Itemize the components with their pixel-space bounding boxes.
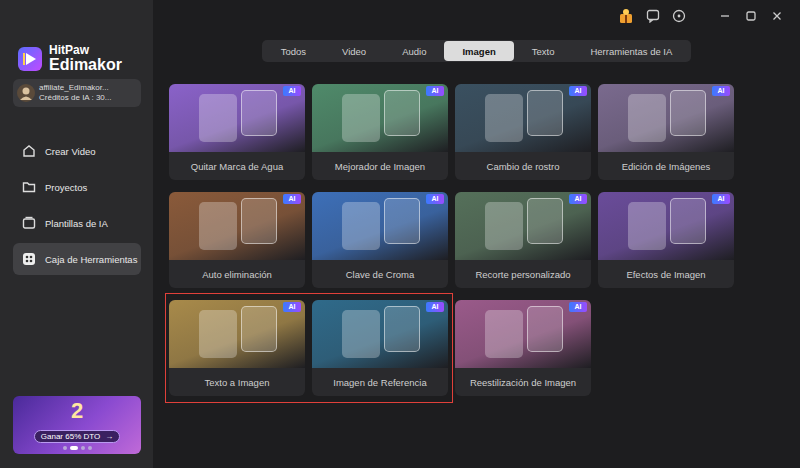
category-tab[interactable]: Herramientas de IA (572, 41, 690, 61)
app-window: HitPawEdimakor affiliate_Edimakor...Crédi… (0, 0, 800, 468)
tool-thumbnail: AI (455, 300, 591, 368)
ai-badge: AI (283, 302, 301, 312)
sidebar-item-label: Crear Video (45, 146, 96, 157)
tool-thumbnail: AI (598, 192, 734, 260)
ai-badge: AI (569, 302, 587, 312)
tool-card[interactable]: AI Quitar Marca de Agua (169, 84, 305, 180)
tool-thumbnail: AI (169, 84, 305, 152)
close-icon[interactable] (770, 9, 784, 23)
sidebar-nav: Crear Video Proyectos Plantillas de IA Caja… (13, 135, 141, 275)
tool-card-label: Recorte personalizado (455, 260, 591, 288)
template-icon (22, 216, 36, 230)
tool-thumbnail: AI (312, 192, 448, 260)
tool-thumbnail: AI (169, 192, 305, 260)
ai-badge: AI (569, 194, 587, 204)
sidebar-item[interactable]: Plantillas de IA (13, 207, 141, 239)
category-tabs: TodosVideoAudioImagenTextoHerramientas d… (262, 40, 692, 62)
category-tab[interactable]: Texto (514, 41, 573, 61)
promo-dot[interactable] (63, 446, 67, 450)
promo-dot[interactable] (88, 446, 92, 450)
ai-badge: AI (712, 86, 730, 96)
tool-card[interactable]: AI Clave de Croma (312, 192, 448, 288)
category-tab[interactable]: Todos (263, 41, 324, 61)
ai-badge: AI (283, 86, 301, 96)
tool-card[interactable]: AI Texto a Imagen (169, 300, 305, 396)
highlight-box (165, 293, 453, 403)
tool-thumbnail: AI (455, 192, 591, 260)
brand-product: Edimakor (49, 57, 122, 74)
tool-card[interactable]: AI Cambio de rostro (455, 84, 591, 180)
tool-card-label: Efectos de Imagen (598, 260, 734, 288)
promo-banner[interactable]: 2 Ganar 65% DTO → (13, 396, 141, 454)
tool-card-label: Mejorador de Imagen (312, 152, 448, 180)
minimize-icon[interactable] (718, 9, 732, 23)
tool-thumbnail: AI (455, 84, 591, 152)
promo-arrow: → (105, 432, 113, 441)
promo-button-label: Ganar 65% DTO (41, 432, 100, 441)
tool-card[interactable]: AI Recorte personalizado (455, 192, 591, 288)
promo-badge: 2 (71, 398, 83, 424)
category-tab[interactable]: Audio (384, 41, 444, 61)
promo-button[interactable]: Ganar 65% DTO → (34, 430, 120, 443)
tool-card-label: Clave de Croma (312, 260, 448, 288)
tool-thumbnail: AI (169, 300, 305, 368)
tool-thumbnail: AI (312, 84, 448, 152)
tool-grid: AI Quitar Marca de Agua AI Mejorador de Ima… (169, 84, 784, 396)
tool-card-label: Quitar Marca de Agua (169, 152, 305, 180)
main-panel: TodosVideoAudioImagenTextoHerramientas d… (153, 0, 800, 468)
maximize-icon[interactable] (744, 9, 758, 23)
help-icon[interactable] (672, 9, 686, 23)
tool-card[interactable]: AI Auto eliminación (169, 192, 305, 288)
tool-card[interactable]: AI Mejorador de Imagen (312, 84, 448, 180)
sidebar-item[interactable]: Crear Video (13, 135, 141, 167)
title-bar (169, 0, 784, 32)
tool-card-label: Auto eliminación (169, 260, 305, 288)
sidebar-item[interactable]: Caja de Herramientas (13, 243, 141, 275)
toolbox-icon (22, 252, 36, 266)
sidebar-item-label: Proyectos (45, 182, 87, 193)
brand-name: HitPaw (49, 44, 122, 57)
ai-badge: AI (426, 86, 444, 96)
avatar-icon (17, 84, 35, 102)
gift-icon[interactable] (618, 8, 634, 24)
folder-icon (22, 180, 36, 194)
chat-icon[interactable] (646, 9, 660, 23)
ai-badge: AI (712, 194, 730, 204)
tool-card[interactable]: AI Imagen de Referencia (312, 300, 448, 396)
tool-card-label: Texto a Imagen (169, 368, 305, 396)
user-box[interactable]: affiliate_Edimakor...Créditos de IA : 30… (13, 79, 141, 107)
tool-card[interactable]: AI Efectos de Imagen (598, 192, 734, 288)
user-credits: Créditos de IA : 30... (39, 93, 111, 103)
logo-icon (17, 46, 43, 72)
category-tab[interactable]: Imagen (444, 41, 513, 61)
promo-dot[interactable] (81, 446, 85, 450)
promo-dot[interactable] (70, 446, 78, 450)
ai-badge: AI (426, 194, 444, 204)
user-name: affiliate_Edimakor... (39, 83, 111, 93)
tool-card-label: Reestilización de Imagen (455, 368, 591, 396)
tool-thumbnail: AI (312, 300, 448, 368)
sidebar-item-label: Plantillas de IA (45, 218, 108, 229)
sidebar: HitPawEdimakor affiliate_Edimakor...Crédi… (0, 0, 153, 468)
sidebar-item[interactable]: Proyectos (13, 171, 141, 203)
tool-card-label: Cambio de rostro (455, 152, 591, 180)
category-tab[interactable]: Video (324, 41, 384, 61)
promo-dots (63, 446, 92, 450)
home-icon (22, 144, 36, 158)
tool-thumbnail: AI (598, 84, 734, 152)
ai-badge: AI (283, 194, 301, 204)
ai-badge: AI (426, 302, 444, 312)
sidebar-item-label: Caja de Herramientas (45, 254, 137, 265)
brand: HitPawEdimakor (13, 44, 141, 73)
tool-card[interactable]: AI Edición de Imágenes (598, 84, 734, 180)
tool-card-label: Imagen de Referencia (312, 368, 448, 396)
tool-card-label: Edición de Imágenes (598, 152, 734, 180)
tool-card[interactable]: AI Reestilización de Imagen (455, 300, 591, 396)
ai-badge: AI (569, 86, 587, 96)
